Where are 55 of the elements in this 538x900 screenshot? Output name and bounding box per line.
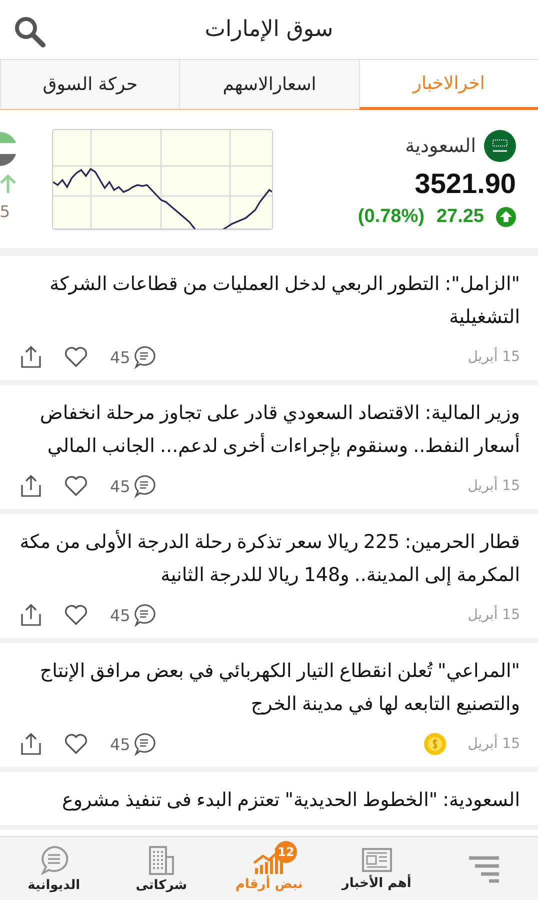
- nav-tab[interactable]: أهم الأخبار: [322, 837, 430, 900]
- menu-icon: [467, 854, 502, 882]
- comment-icon: [132, 732, 156, 756]
- share-button[interactable]: [20, 474, 42, 498]
- share-icon: [20, 474, 42, 498]
- notification-badge: 12: [275, 841, 298, 863]
- like-button[interactable]: [64, 733, 88, 755]
- news-date: 15 أبريل: [468, 349, 520, 365]
- index-change: 5: [0, 202, 10, 221]
- news-headline[interactable]: قطار الحرمين: 225 ريالا سعر تذكرة رحلة الدرجة الأولى من مكة المكرمة إلى المدينة.. و148 ريالا للدرجة الثانية: [18, 526, 520, 592]
- flag-icon: [484, 130, 516, 162]
- share-icon: [20, 345, 42, 369]
- news-date: 15 أبريل: [468, 478, 520, 494]
- building-icon: [148, 844, 174, 874]
- coin-icon: [424, 733, 446, 755]
- market-name: السعودية: [405, 135, 476, 157]
- comment-icon: [132, 603, 156, 627]
- heart-icon: [64, 604, 88, 626]
- share-icon: [20, 603, 42, 627]
- percent-change: (0.78%): [358, 206, 424, 228]
- news-headline[interactable]: وزير المالية: الاقتصاد السعودي قادر على تجاوز مرحلة انخفاض أسعار النفط.. وسنقوم بإجراءات أخرى لدعم... الجانب المالي: [18, 397, 520, 463]
- up-arrow-icon: [0, 174, 16, 194]
- news-headline[interactable]: "المراعي" تُعلن انقطاع التيار الكهربائي في بعض مرافق الإنتاج والتصنيع التابعه لها في مدينة الخرج: [18, 655, 520, 721]
- share-button[interactable]: [20, 603, 42, 627]
- nav-tab[interactable]: الديوانية: [0, 837, 108, 900]
- point-change: 27.25: [436, 206, 484, 228]
- heart-icon: [64, 475, 88, 497]
- share-icon: [20, 732, 42, 756]
- comments-button[interactable]: 45: [110, 732, 156, 756]
- news-headline[interactable]: "الزامل": التطور الربعي لدخل العمليات من قطاعات الشركة التشغيلية: [18, 268, 520, 334]
- news-headline[interactable]: السعودية: "الخطوط الحديدية" تعتزم البدء فى تنفيذ مشروع: [18, 784, 520, 817]
- tab[interactable]: حركة السوق: [0, 60, 180, 110]
- search-icon: [12, 14, 46, 48]
- tab[interactable]: اسعارالاسهم: [179, 60, 359, 110]
- comment-icon: [132, 474, 156, 498]
- like-button[interactable]: [64, 346, 88, 368]
- comments-button[interactable]: 45: [110, 603, 156, 627]
- share-button[interactable]: [20, 732, 42, 756]
- comment-icon: [132, 345, 156, 369]
- comments-button[interactable]: 45: [110, 345, 156, 369]
- news-date: 15 أبريل: [468, 736, 520, 752]
- screen-title: سوق الإمارات: [204, 17, 334, 42]
- nav-tab[interactable]: شركاتى: [108, 837, 216, 900]
- comments-button[interactable]: 45: [110, 474, 156, 498]
- chat-icon: [38, 844, 69, 874]
- index-value: 3521.90: [414, 168, 516, 200]
- news-date: 15 أبريل: [468, 607, 520, 623]
- newspaper-icon: [362, 846, 392, 872]
- like-button[interactable]: [64, 604, 88, 626]
- flag-icon: [0, 132, 16, 166]
- like-button[interactable]: [64, 475, 88, 497]
- heart-icon: [64, 346, 88, 368]
- search-button[interactable]: [12, 14, 46, 48]
- heart-icon: [64, 733, 88, 755]
- share-button[interactable]: [20, 345, 42, 369]
